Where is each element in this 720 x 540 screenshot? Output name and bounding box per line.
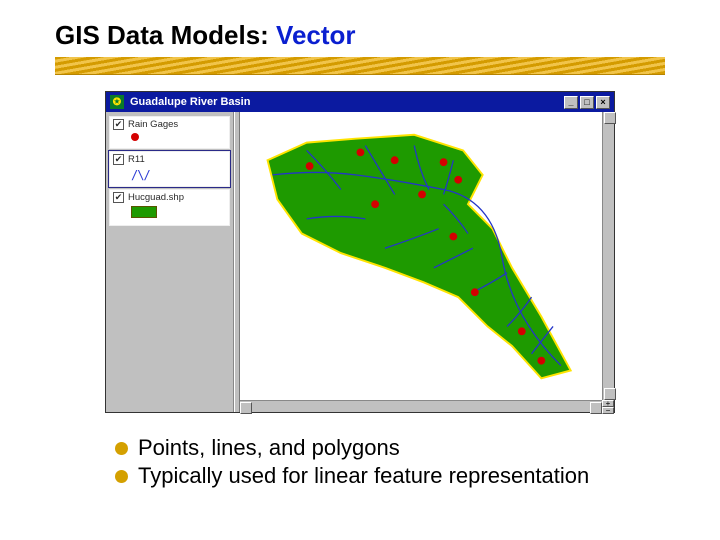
window-titlebar[interactable]: ✪ Guadalupe River Basin _ □ × — [106, 92, 614, 112]
maximize-button[interactable]: □ — [580, 96, 594, 109]
line-symbol-icon: /\/ — [131, 168, 150, 182]
layer-toc: ✔ Rain Gages ✔ R11 /\/ ✔ Hucguad.shp — [106, 112, 234, 412]
layer-checkbox[interactable]: ✔ — [113, 192, 124, 203]
decorative-rule — [55, 57, 665, 75]
layer-r11[interactable]: ✔ R11 /\/ — [109, 151, 230, 187]
minimize-button[interactable]: _ — [564, 96, 578, 109]
map-pane[interactable]: + − — [240, 112, 614, 412]
layer-hucguad[interactable]: ✔ Hucguad.shp — [109, 189, 230, 226]
polygon-symbol-icon — [131, 206, 157, 218]
close-button[interactable]: × — [596, 96, 610, 109]
bullet-text: Points, lines, and polygons — [138, 435, 400, 461]
bullet-icon — [115, 470, 128, 483]
title-prefix: GIS Data Models: — [55, 20, 276, 50]
app-icon: ✪ — [110, 95, 124, 109]
title-accent: Vector — [276, 20, 356, 50]
basin-polygon — [268, 135, 571, 378]
map-svg — [248, 118, 600, 398]
list-item: Typically used for linear feature repres… — [115, 463, 665, 489]
gis-body: ✔ Rain Gages ✔ R11 /\/ ✔ Hucguad.shp — [106, 112, 614, 412]
map-canvas[interactable] — [248, 118, 600, 398]
bullet-icon — [115, 442, 128, 455]
window-title: Guadalupe River Basin — [130, 96, 250, 108]
layer-label: R11 — [128, 154, 145, 165]
map-scrollbar-horizontal[interactable] — [240, 400, 602, 412]
layer-label: Hucguad.shp — [128, 192, 184, 203]
layer-checkbox[interactable]: ✔ — [113, 119, 124, 130]
zoom-controls: + − — [602, 400, 614, 412]
point-symbol-icon — [131, 133, 139, 141]
zoom-out-button[interactable]: − — [602, 407, 614, 414]
layer-label: Rain Gages — [128, 119, 178, 130]
layer-checkbox[interactable]: ✔ — [113, 154, 124, 165]
bullet-text: Typically used for linear feature repres… — [138, 463, 589, 489]
bullet-list: Points, lines, and polygons Typically us… — [115, 435, 665, 489]
gis-window: ✪ Guadalupe River Basin _ □ × ✔ Rain Gag… — [105, 91, 615, 413]
page-title: GIS Data Models: Vector — [55, 20, 665, 51]
slide: GIS Data Models: Vector ✪ Guadalupe Rive… — [0, 0, 720, 489]
map-scrollbar-vertical[interactable] — [602, 112, 614, 400]
layer-rain-gages[interactable]: ✔ Rain Gages — [109, 116, 230, 149]
list-item: Points, lines, and polygons — [115, 435, 665, 461]
